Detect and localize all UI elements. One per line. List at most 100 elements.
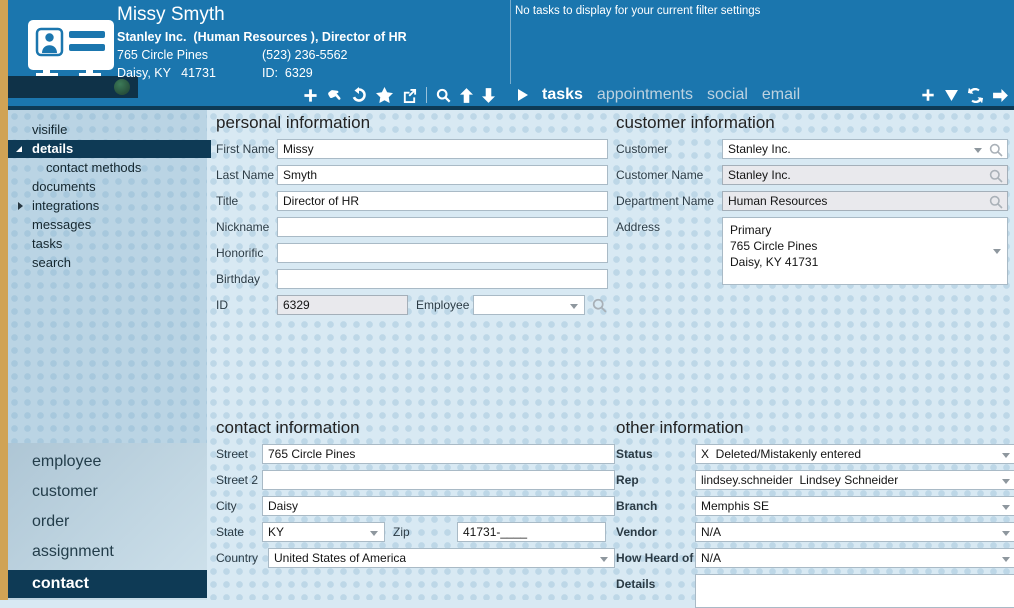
expand-arrow-icon bbox=[18, 202, 23, 210]
tab-appointments[interactable]: appointments bbox=[597, 84, 693, 106]
zip-label: Zip bbox=[393, 525, 410, 539]
details-label: Details bbox=[616, 577, 656, 591]
window-edge-accent bbox=[0, 0, 8, 600]
street-label: Street bbox=[216, 447, 249, 461]
add-icon[interactable] bbox=[303, 88, 318, 103]
toolbar-divider bbox=[426, 87, 427, 103]
move-up-icon[interactable] bbox=[460, 87, 473, 103]
customer-name-search-icon[interactable] bbox=[989, 169, 1003, 183]
contact-company-line: Stanley Inc. (Human Resources ), Directo… bbox=[117, 30, 407, 44]
first-name-input[interactable] bbox=[277, 139, 608, 159]
street-input[interactable] bbox=[262, 444, 615, 464]
zip-input[interactable] bbox=[457, 522, 606, 542]
birthday-input[interactable] bbox=[277, 269, 608, 289]
status-dropdown[interactable]: X Deleted/Mistakenly entered bbox=[695, 444, 1014, 464]
refresh-record-icon[interactable] bbox=[351, 87, 367, 103]
tasks-preview-panel: No tasks to display for your current fil… bbox=[510, 0, 1014, 84]
chevron-down-icon bbox=[1002, 531, 1010, 536]
title-label: Title bbox=[216, 194, 239, 208]
employee-search-icon[interactable] bbox=[592, 298, 607, 313]
chevron-down-icon bbox=[370, 531, 378, 536]
contact-details-page: personal information First Name Last Nam… bbox=[207, 110, 1014, 608]
tab-social[interactable]: social bbox=[707, 84, 748, 106]
module-nav-order[interactable]: order bbox=[8, 507, 207, 537]
module-nav-employee[interactable]: employee bbox=[8, 447, 207, 477]
open-external-icon[interactable] bbox=[402, 88, 417, 103]
contact-street: 765 Circle Pines bbox=[117, 48, 209, 62]
details-textarea[interactable] bbox=[695, 574, 1014, 608]
department-search-icon[interactable] bbox=[989, 195, 1003, 209]
sidebar-item-visifile[interactable]: visifile bbox=[8, 121, 207, 139]
sidebar-item-documents[interactable]: documents bbox=[8, 178, 207, 196]
street2-input[interactable] bbox=[262, 470, 615, 490]
play-icon[interactable] bbox=[518, 89, 528, 101]
country-dropdown[interactable]: United States of America bbox=[268, 548, 615, 568]
chevron-down-icon bbox=[993, 249, 1001, 254]
other-information-section: other information Status X Deleted/Mista… bbox=[616, 418, 1014, 608]
sidebar-item-tasks[interactable]: tasks bbox=[8, 235, 207, 253]
nickname-label: Nickname bbox=[216, 220, 270, 234]
sidebar-item-integrations[interactable]: integrations bbox=[8, 197, 207, 215]
customer-name-field: Stanley Inc. bbox=[722, 165, 1008, 185]
country-label: Country bbox=[216, 551, 259, 565]
collapse-arrow-icon bbox=[16, 146, 22, 152]
customer-search-icon[interactable] bbox=[989, 143, 1003, 157]
move-down-icon[interactable] bbox=[482, 87, 495, 103]
honorific-input[interactable] bbox=[277, 243, 608, 263]
title-input[interactable] bbox=[277, 191, 608, 211]
module-nav-assignment[interactable]: assignment bbox=[8, 537, 207, 567]
contact-name: Missy Smyth bbox=[117, 4, 225, 25]
customer-dropdown[interactable]: Stanley Inc. bbox=[722, 139, 1008, 159]
contact-card-icon bbox=[28, 20, 114, 78]
first-name-label: First Name bbox=[216, 142, 275, 156]
sidebar-item-details[interactable]: details bbox=[8, 140, 211, 158]
module-nav-customer[interactable]: customer bbox=[8, 477, 207, 507]
filter-icon[interactable] bbox=[945, 89, 958, 101]
last-name-label: Last Name bbox=[216, 168, 275, 182]
address-label: Address bbox=[616, 220, 661, 234]
rep-dropdown[interactable]: lindsey.schneider Lindsey Schneider bbox=[695, 470, 1014, 490]
section-title: contact information bbox=[216, 418, 360, 437]
address-dropdown[interactable]: Primary 765 Circle Pines Daisy, KY 41731 bbox=[722, 217, 1008, 285]
refresh-icon[interactable] bbox=[968, 87, 983, 103]
header-divider bbox=[8, 106, 1014, 110]
branch-label: Branch bbox=[616, 499, 658, 513]
employee-dropdown[interactable] bbox=[473, 295, 585, 315]
hand-select-icon[interactable] bbox=[327, 88, 342, 103]
vendor-label: Vendor bbox=[616, 525, 657, 539]
favorite-star-icon[interactable] bbox=[376, 87, 393, 103]
tab-tasks[interactable]: tasks bbox=[542, 84, 583, 106]
chevron-down-icon bbox=[570, 304, 578, 309]
header-toolbar: tasks appointments social email bbox=[8, 84, 1014, 106]
section-title: personal information bbox=[216, 113, 371, 132]
city-input[interactable] bbox=[262, 496, 615, 516]
tab-email[interactable]: email bbox=[762, 84, 800, 106]
search-icon[interactable] bbox=[436, 88, 451, 103]
customer-label: Customer bbox=[616, 142, 669, 156]
employee-label: Employee bbox=[416, 298, 470, 312]
customer-name-label: Customer Name bbox=[616, 168, 704, 182]
contact-phone: (523) 236-5562 bbox=[262, 48, 348, 62]
nickname-input[interactable] bbox=[277, 217, 608, 237]
last-name-input[interactable] bbox=[277, 165, 608, 185]
department-name-label: Department Name bbox=[616, 194, 715, 208]
contact-header: Missy Smyth Stanley Inc. (Human Resource… bbox=[8, 0, 1014, 110]
vendor-dropdown[interactable]: N/A bbox=[695, 522, 1014, 542]
honorific-label: Honorific bbox=[216, 246, 264, 260]
forward-arrow-icon[interactable] bbox=[993, 88, 1008, 102]
chevron-down-icon bbox=[1002, 505, 1010, 510]
state-dropdown[interactable]: KY bbox=[262, 522, 385, 542]
section-title: other information bbox=[616, 418, 744, 437]
sidebar-item-messages[interactable]: messages bbox=[8, 216, 207, 234]
chevron-down-icon bbox=[1002, 453, 1010, 458]
add-task-icon[interactable] bbox=[921, 88, 935, 102]
branch-dropdown[interactable]: Memphis SE bbox=[695, 496, 1014, 516]
sidebar-item-contact-methods[interactable]: contact methods bbox=[8, 159, 207, 177]
how-heard-of-dropdown[interactable]: N/A bbox=[695, 548, 1014, 568]
module-nav-contact[interactable]: contact bbox=[8, 570, 207, 598]
chevron-down-icon bbox=[600, 557, 608, 562]
sidebar-item-search[interactable]: search bbox=[8, 254, 207, 272]
personal-information-section: personal information First Name Last Nam… bbox=[216, 113, 608, 315]
city-label: City bbox=[216, 499, 237, 513]
street2-label: Street 2 bbox=[216, 473, 259, 487]
